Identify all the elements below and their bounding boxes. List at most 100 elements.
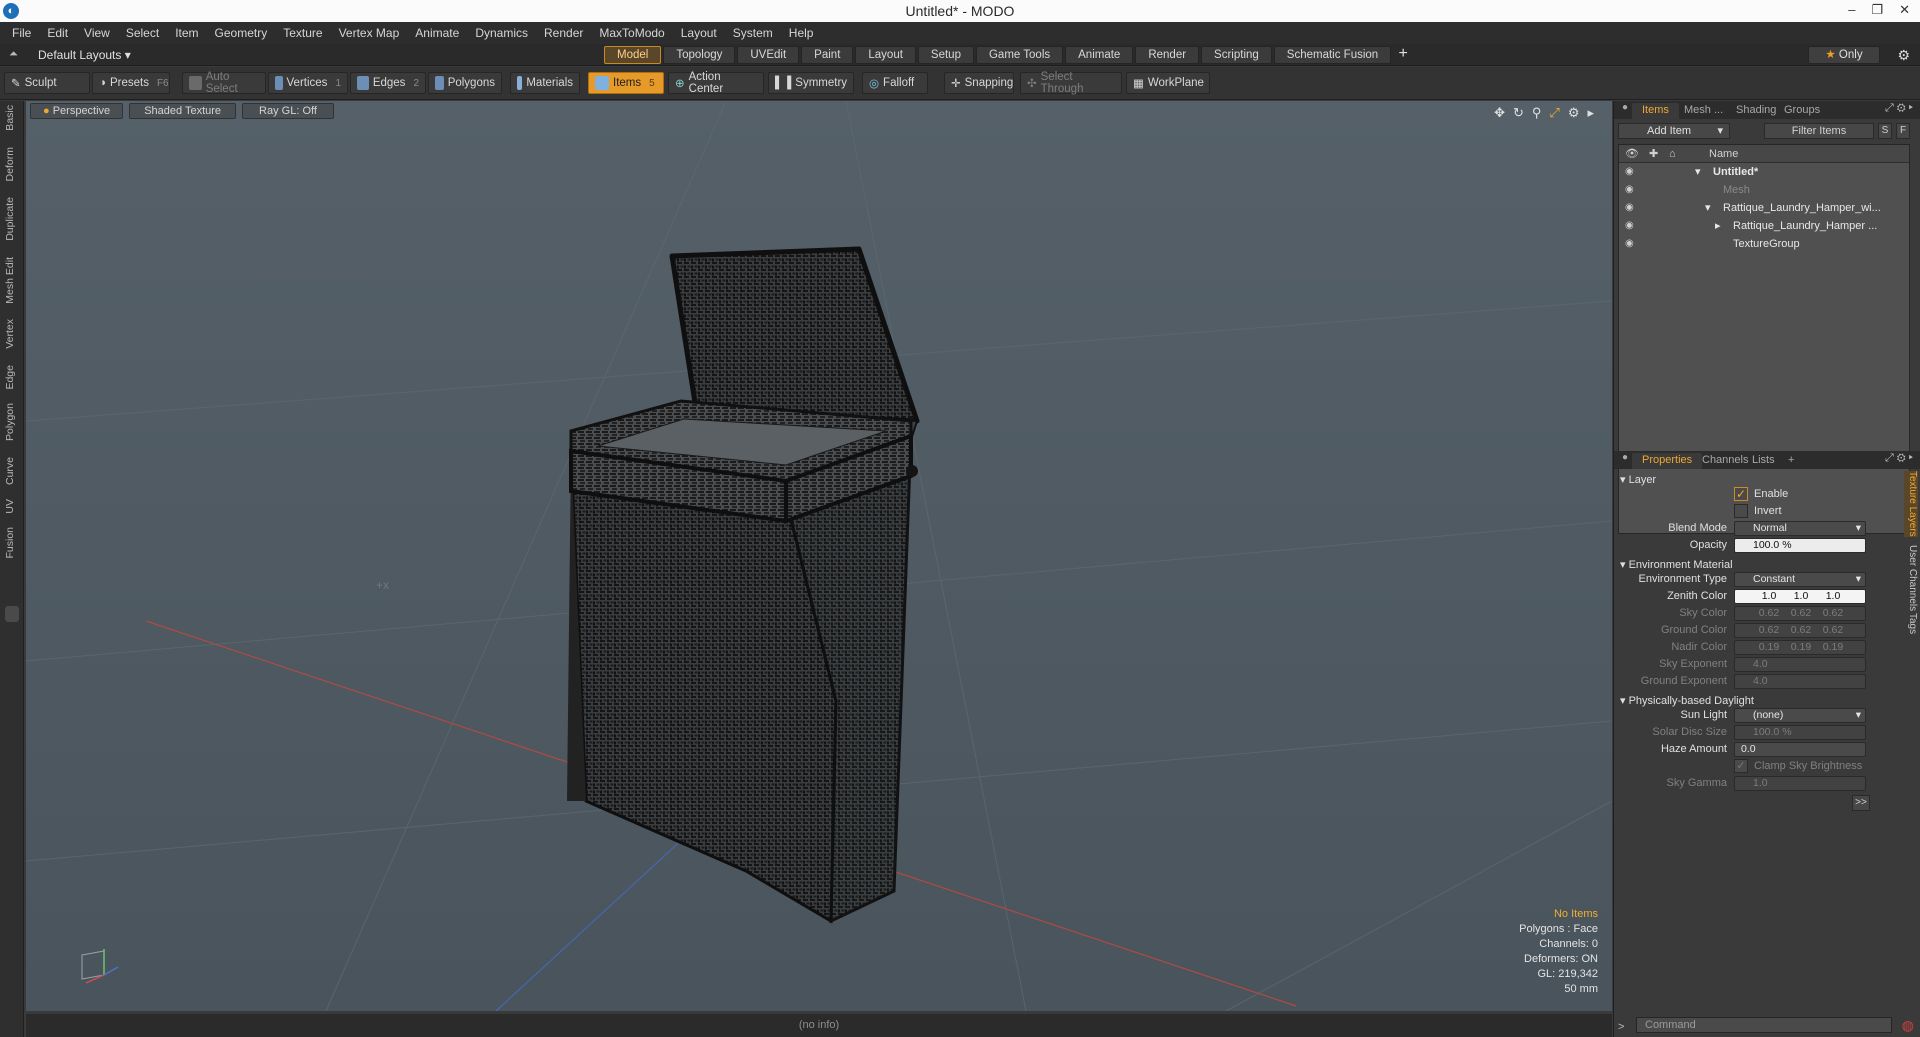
vtab-basic[interactable]: Basic: [4, 105, 20, 131]
tab-items[interactable]: Items: [1632, 103, 1679, 119]
eye-icon[interactable]: ◉: [1625, 235, 1634, 253]
tab-game-tools[interactable]: Game Tools: [975, 46, 1064, 64]
perspective-dropdown[interactable]: ● Perspective: [30, 103, 124, 119]
vtab-uv[interactable]: UV: [4, 499, 20, 514]
panel-options-icon[interactable]: ⤢ ⚙ ▸: [1885, 452, 1913, 465]
only-button[interactable]: ★ Only: [1808, 46, 1880, 64]
vtab-vertex[interactable]: Vertex: [4, 319, 20, 349]
tab-groups[interactable]: Groups: [1774, 103, 1830, 119]
tab-setup[interactable]: Setup: [917, 46, 974, 64]
panel-options-icon[interactable]: ⤢ ⚙ ▸: [1885, 102, 1913, 115]
zoom-icon[interactable]: ⚲: [1532, 105, 1542, 121]
fit-icon[interactable]: ⤢: [1549, 105, 1559, 121]
sky-gamma-field[interactable]: 1.0: [1734, 776, 1866, 791]
polygons-button[interactable]: Polygons: [428, 72, 502, 94]
solar-disc-field[interactable]: 100.0 %: [1734, 725, 1866, 740]
close-button[interactable]: ✕: [1899, 2, 1910, 18]
add-tab-button[interactable]: +: [1393, 46, 1413, 64]
menu-system[interactable]: System: [725, 26, 781, 40]
add-item-dropdown[interactable]: Add Item ▾: [1618, 123, 1730, 139]
maximize-button[interactable]: ❐: [1871, 2, 1883, 18]
edges-button[interactable]: Edges 2: [350, 72, 426, 94]
tab-render[interactable]: Render: [1135, 46, 1200, 64]
sky-color-field[interactable]: 0.62 0.62 0.62: [1734, 606, 1866, 621]
opacity-field[interactable]: 100.0 %: [1734, 538, 1866, 553]
materials-button[interactable]: Materials: [510, 72, 580, 94]
presets-button[interactable]: ◑ Presets F6: [92, 72, 170, 94]
tab-scripting[interactable]: Scripting: [1201, 46, 1272, 64]
snapping-button[interactable]: ✛ Snapping: [944, 72, 1014, 94]
sky-exponent-field[interactable]: 4.0: [1734, 657, 1866, 672]
menu-layout[interactable]: Layout: [673, 26, 725, 40]
menu-vertex-map[interactable]: Vertex Map: [331, 26, 408, 40]
haze-amount-field[interactable]: 0.0: [1734, 742, 1866, 757]
menu-help[interactable]: Help: [781, 26, 822, 40]
raygl-toggle[interactable]: Ray GL: Off: [242, 103, 334, 119]
tab-animate[interactable]: Animate: [1065, 46, 1134, 64]
menu-file[interactable]: File: [4, 26, 39, 40]
3d-viewport[interactable]: +x ● Perspective Shaded Texture Ray GL: …: [26, 101, 1612, 1011]
rotate-icon[interactable]: ↻: [1513, 105, 1524, 121]
minimize-button[interactable]: –: [1848, 2, 1855, 18]
strip-toggle-button[interactable]: [5, 606, 19, 622]
clamp-sky-checkbox[interactable]: ✓: [1734, 759, 1748, 773]
env-type-dropdown[interactable]: Constant ▾: [1734, 572, 1866, 587]
collapse-arrow-icon[interactable]: ▸: [1715, 217, 1721, 235]
expand-arrow-icon[interactable]: ▸: [1587, 105, 1594, 121]
eye-icon[interactable]: ◉: [1625, 163, 1634, 181]
sculpt-button[interactable]: ✎ Sculpt: [4, 72, 90, 94]
tab-add[interactable]: +: [1778, 453, 1804, 469]
falloff-button[interactable]: ◎ Falloff: [862, 72, 928, 94]
menu-item[interactable]: Item: [167, 26, 206, 40]
shading-dropdown[interactable]: Shaded Texture: [129, 103, 237, 119]
expand-arrow-icon[interactable]: ▾: [1695, 163, 1701, 181]
invert-checkbox[interactable]: [1734, 504, 1748, 518]
ground-exponent-field[interactable]: 4.0: [1734, 674, 1866, 689]
collapse-up-icon[interactable]: ⏶: [9, 48, 18, 61]
layer-section-header[interactable]: ▾ Layer: [1620, 473, 1656, 486]
filter-items-input[interactable]: Filter Items: [1764, 123, 1874, 139]
layouts-dropdown[interactable]: Default Layouts ▾: [38, 48, 131, 62]
expand-arrow-icon[interactable]: ▾: [1705, 199, 1711, 217]
vtab-user-channels[interactable]: User Channels: [1904, 545, 1918, 611]
vtab-mesh-edit[interactable]: Mesh Edit: [4, 257, 20, 304]
tab-model[interactable]: Model: [604, 46, 662, 64]
tab-paint[interactable]: Paint: [801, 46, 854, 64]
tree-row-scene[interactable]: ◉ ▾ Untitled*: [1619, 163, 1909, 181]
vtab-curve[interactable]: Curve: [4, 457, 20, 485]
record-icon[interactable]: ◍: [1902, 1017, 1914, 1034]
tree-row-hamper-mesh[interactable]: ◉ ▸ Rattique_Laundry_Hamper ...: [1619, 217, 1909, 235]
workplane-button[interactable]: ▦ WorkPlane: [1126, 72, 1210, 94]
menu-maxtomodo[interactable]: MaxToModo: [591, 26, 672, 40]
command-input[interactable]: Command: [1636, 1017, 1892, 1033]
nadir-color-field[interactable]: 0.19 0.19 0.19: [1734, 640, 1866, 655]
zenith-color-field[interactable]: 1.0 1.0 1.0: [1734, 589, 1866, 604]
eye-icon[interactable]: ◉: [1625, 181, 1634, 199]
more-button[interactable]: >>: [1852, 795, 1870, 811]
vtab-fusion[interactable]: Fusion: [4, 527, 20, 559]
menu-geometry[interactable]: Geometry: [207, 26, 276, 40]
menu-select[interactable]: Select: [118, 26, 167, 40]
blend-mode-dropdown[interactable]: Normal ▾: [1734, 521, 1866, 536]
tree-row-hamper-group[interactable]: ◉ ▾ Rattique_Laundry_Hamper_wi...: [1619, 199, 1909, 217]
eye-icon[interactable]: ◉: [1625, 199, 1634, 217]
action-center-button[interactable]: ⊕ Action Center: [668, 71, 764, 95]
enable-checkbox[interactable]: ✓: [1734, 487, 1748, 501]
sun-light-dropdown[interactable]: (none) ▾: [1734, 708, 1866, 723]
menu-texture[interactable]: Texture: [275, 26, 330, 40]
viewport-gear-icon[interactable]: ⚙: [1568, 105, 1580, 121]
env-section-header[interactable]: ▾ Environment Material: [1620, 558, 1733, 571]
menu-render[interactable]: Render: [536, 26, 591, 40]
eye-icon[interactable]: ◉: [1625, 217, 1634, 235]
vtab-polygon[interactable]: Polygon: [4, 403, 20, 441]
menu-edit[interactable]: Edit: [39, 26, 76, 40]
auto-select-button[interactable]: Auto Select: [182, 71, 266, 95]
menu-view[interactable]: View: [76, 26, 118, 40]
tab-mesh[interactable]: Mesh ...: [1674, 103, 1733, 119]
gear-icon[interactable]: ⚙: [1897, 47, 1910, 64]
select-through-button[interactable]: ✣ Select Through: [1020, 71, 1122, 95]
vtab-texture-layers[interactable]: Texture Layers: [1904, 471, 1918, 537]
vtab-deform[interactable]: Deform: [4, 147, 20, 181]
s-toggle-button[interactable]: S: [1878, 123, 1892, 139]
vertices-button[interactable]: Vertices 1: [268, 72, 348, 94]
